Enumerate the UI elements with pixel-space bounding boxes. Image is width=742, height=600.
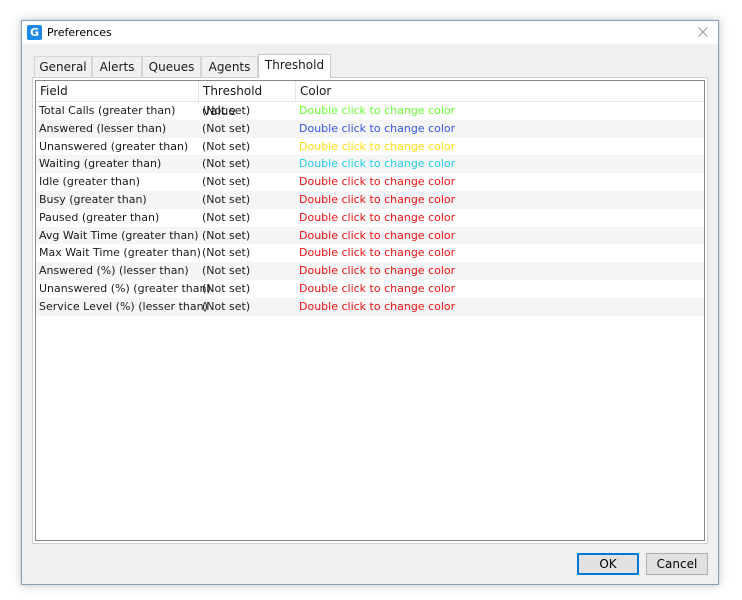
column-header-field[interactable]: Field bbox=[36, 81, 199, 101]
color-swatch-label[interactable]: Double click to change color bbox=[299, 298, 455, 316]
tab-alerts[interactable]: Alerts bbox=[92, 56, 142, 77]
table-row[interactable]: Busy (greater than) (Not set) Double click… bbox=[36, 190, 704, 209]
field-name: Paused (greater than) bbox=[39, 210, 160, 224]
field-name: Max Wait Time (greater than) bbox=[39, 246, 201, 260]
table-row[interactable]: Total Calls (greater than) (Not set) Doubl… bbox=[36, 102, 704, 120]
field-name: Idle (greater than) bbox=[39, 175, 140, 189]
threshold-list[interactable]: Field Threshold value Color Total Calls … bbox=[35, 80, 705, 541]
table-row[interactable]: Service Level (%) (lesser than) (Not set)… bbox=[36, 297, 704, 316]
table-row[interactable]: Avg Wait Time (greater than) (Not set) Dou… bbox=[36, 226, 704, 245]
preferences-dialog: G Preferences General Alerts Queues Agen… bbox=[21, 20, 719, 585]
threshold-value: (Not set) bbox=[202, 192, 251, 206]
threshold-value: (Not set) bbox=[202, 121, 251, 135]
table-row[interactable]: Answered (lesser than) (Not set) Double cl… bbox=[36, 119, 704, 138]
field-name: Busy (greater than) bbox=[39, 192, 147, 206]
tab-agents[interactable]: Agents bbox=[201, 56, 258, 77]
ok-button[interactable]: OK bbox=[577, 553, 639, 575]
table-row[interactable]: Paused (greater than) (Not set) Double cli… bbox=[36, 209, 704, 227]
threshold-value: (Not set) bbox=[202, 157, 251, 171]
threshold-value: (Not set) bbox=[202, 210, 251, 224]
field-name: Avg Wait Time (greater than) bbox=[39, 228, 199, 242]
color-swatch-label[interactable]: Double click to change color bbox=[299, 120, 455, 138]
threshold-tab-panel: Field Threshold value Color Total Calls … bbox=[32, 77, 708, 544]
app-logo-icon: G bbox=[27, 25, 42, 40]
color-swatch-label[interactable]: Double click to change color bbox=[299, 138, 455, 156]
threshold-value: (Not set) bbox=[202, 246, 251, 260]
color-swatch-label[interactable]: Double click to change color bbox=[299, 191, 455, 209]
field-name: Answered (lesser than) bbox=[39, 121, 167, 135]
table-row[interactable]: Unanswered (%) (greater than) (Not set) Do… bbox=[36, 280, 704, 298]
field-name: Total Calls (greater than) bbox=[39, 104, 176, 117]
field-name: Unanswered (greater than) bbox=[39, 139, 189, 153]
color-swatch-label[interactable]: Double click to change color bbox=[299, 173, 455, 191]
list-header: Field Threshold value Color bbox=[36, 81, 704, 118]
field-name: Waiting (greater than) bbox=[39, 157, 162, 171]
close-button[interactable] bbox=[688, 21, 718, 44]
color-swatch-label[interactable]: Double click to change color bbox=[299, 244, 455, 262]
threshold-value: (Not set) bbox=[202, 228, 251, 242]
title-bar[interactable]: G Preferences bbox=[22, 21, 718, 44]
tab-threshold[interactable]: Threshold bbox=[258, 54, 331, 78]
color-swatch-label[interactable]: Double click to change color bbox=[299, 155, 455, 173]
threshold-value: (Not set) bbox=[202, 281, 251, 295]
color-swatch-label[interactable]: Double click to change color bbox=[299, 227, 455, 245]
color-swatch-label[interactable]: Double click to change color bbox=[299, 102, 455, 120]
window-title: Preferences bbox=[47, 26, 112, 39]
threshold-value: (Not set) bbox=[202, 264, 251, 278]
table-row[interactable]: Unanswered (greater than) (Not set) Double… bbox=[36, 138, 704, 156]
threshold-value: (Not set) bbox=[202, 299, 251, 313]
color-swatch-label[interactable]: Double click to change color bbox=[299, 280, 455, 298]
column-header-threshold-value[interactable]: Threshold value bbox=[199, 81, 296, 118]
threshold-value: (Not set) bbox=[202, 104, 251, 117]
tab-general[interactable]: General bbox=[34, 56, 92, 77]
table-row[interactable]: Idle (greater than) (Not set) Double click… bbox=[36, 173, 704, 191]
threshold-value: (Not set) bbox=[202, 175, 251, 189]
desktop-background: G Preferences General Alerts Queues Agen… bbox=[0, 0, 742, 600]
table-row[interactable]: Answered (%) (lesser than) (Not set) Doubl… bbox=[36, 262, 704, 280]
close-icon bbox=[698, 27, 708, 37]
threshold-value: (Not set) bbox=[202, 139, 251, 153]
field-name: Answered (%) (lesser than) bbox=[39, 264, 189, 278]
color-swatch-label[interactable]: Double click to change color bbox=[299, 262, 455, 280]
list-rows: Total Calls (greater than) (Not set) Doubl… bbox=[36, 102, 704, 316]
table-row[interactable]: Waiting (greater than) (Not set) Double cl… bbox=[36, 155, 704, 174]
table-row[interactable]: Max Wait Time (greater than) (Not set) Dou… bbox=[36, 244, 704, 262]
cancel-button[interactable]: Cancel bbox=[646, 553, 708, 575]
tab-queues[interactable]: Queues bbox=[142, 56, 201, 77]
field-name: Service Level (%) (lesser than) bbox=[39, 299, 208, 313]
column-header-color[interactable]: Color bbox=[296, 81, 704, 101]
field-name: Unanswered (%) (greater than) bbox=[39, 281, 211, 295]
color-swatch-label[interactable]: Double click to change color bbox=[299, 209, 455, 227]
